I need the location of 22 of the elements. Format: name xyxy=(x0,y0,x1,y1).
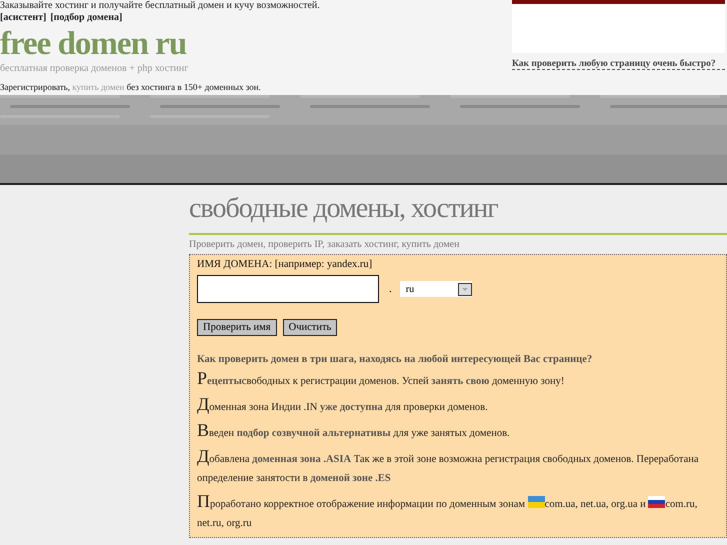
register-text: Зарегистрировать, купить домен без хостинга в 150+ доменных зон. xyxy=(0,82,262,92)
news-text: net.ru, org.ru xyxy=(197,518,252,529)
news-text: com.ru, xyxy=(665,499,698,510)
page-title: свободные домены, хостинг xyxy=(189,192,499,226)
dot-separator: . xyxy=(389,283,392,295)
site-logo: free domen ru xyxy=(0,26,188,62)
zone-select[interactable]: ru xyxy=(400,281,472,297)
domain-input[interactable] xyxy=(197,275,379,303)
flag-icon xyxy=(528,496,545,508)
news-text: com.ua, net.ua, org.ua и xyxy=(544,499,647,510)
flag-icon xyxy=(648,496,666,508)
top-link[interactable]: [подбор домена] xyxy=(50,12,122,24)
form-button[interactable]: Очистить xyxy=(282,319,338,336)
howto-link[interactable]: Как проверить домен в три шага, находясь на любой интересующей Вас странице? xyxy=(197,354,719,365)
tagline: Заказывайте хостинг и получайте бесплатный домен и кучу возможностей. xyxy=(0,0,321,12)
page-subtitle: Проверить домен, проверить IP, заказать хостинг, купить домен xyxy=(189,239,460,250)
form-button[interactable]: Проверить имя xyxy=(197,319,277,336)
side-link[interactable]: Как проверить любую страницу очень быстро? xyxy=(512,59,725,70)
top-link[interactable]: [асистент] xyxy=(0,12,46,24)
dropdown-icon xyxy=(458,282,472,296)
site-subtitle: бесплатная проверка доменов + php хостинг xyxy=(0,62,190,76)
domain-label: ИМЯ ДОМЕНА: [например: yandex.ru] xyxy=(197,259,374,270)
